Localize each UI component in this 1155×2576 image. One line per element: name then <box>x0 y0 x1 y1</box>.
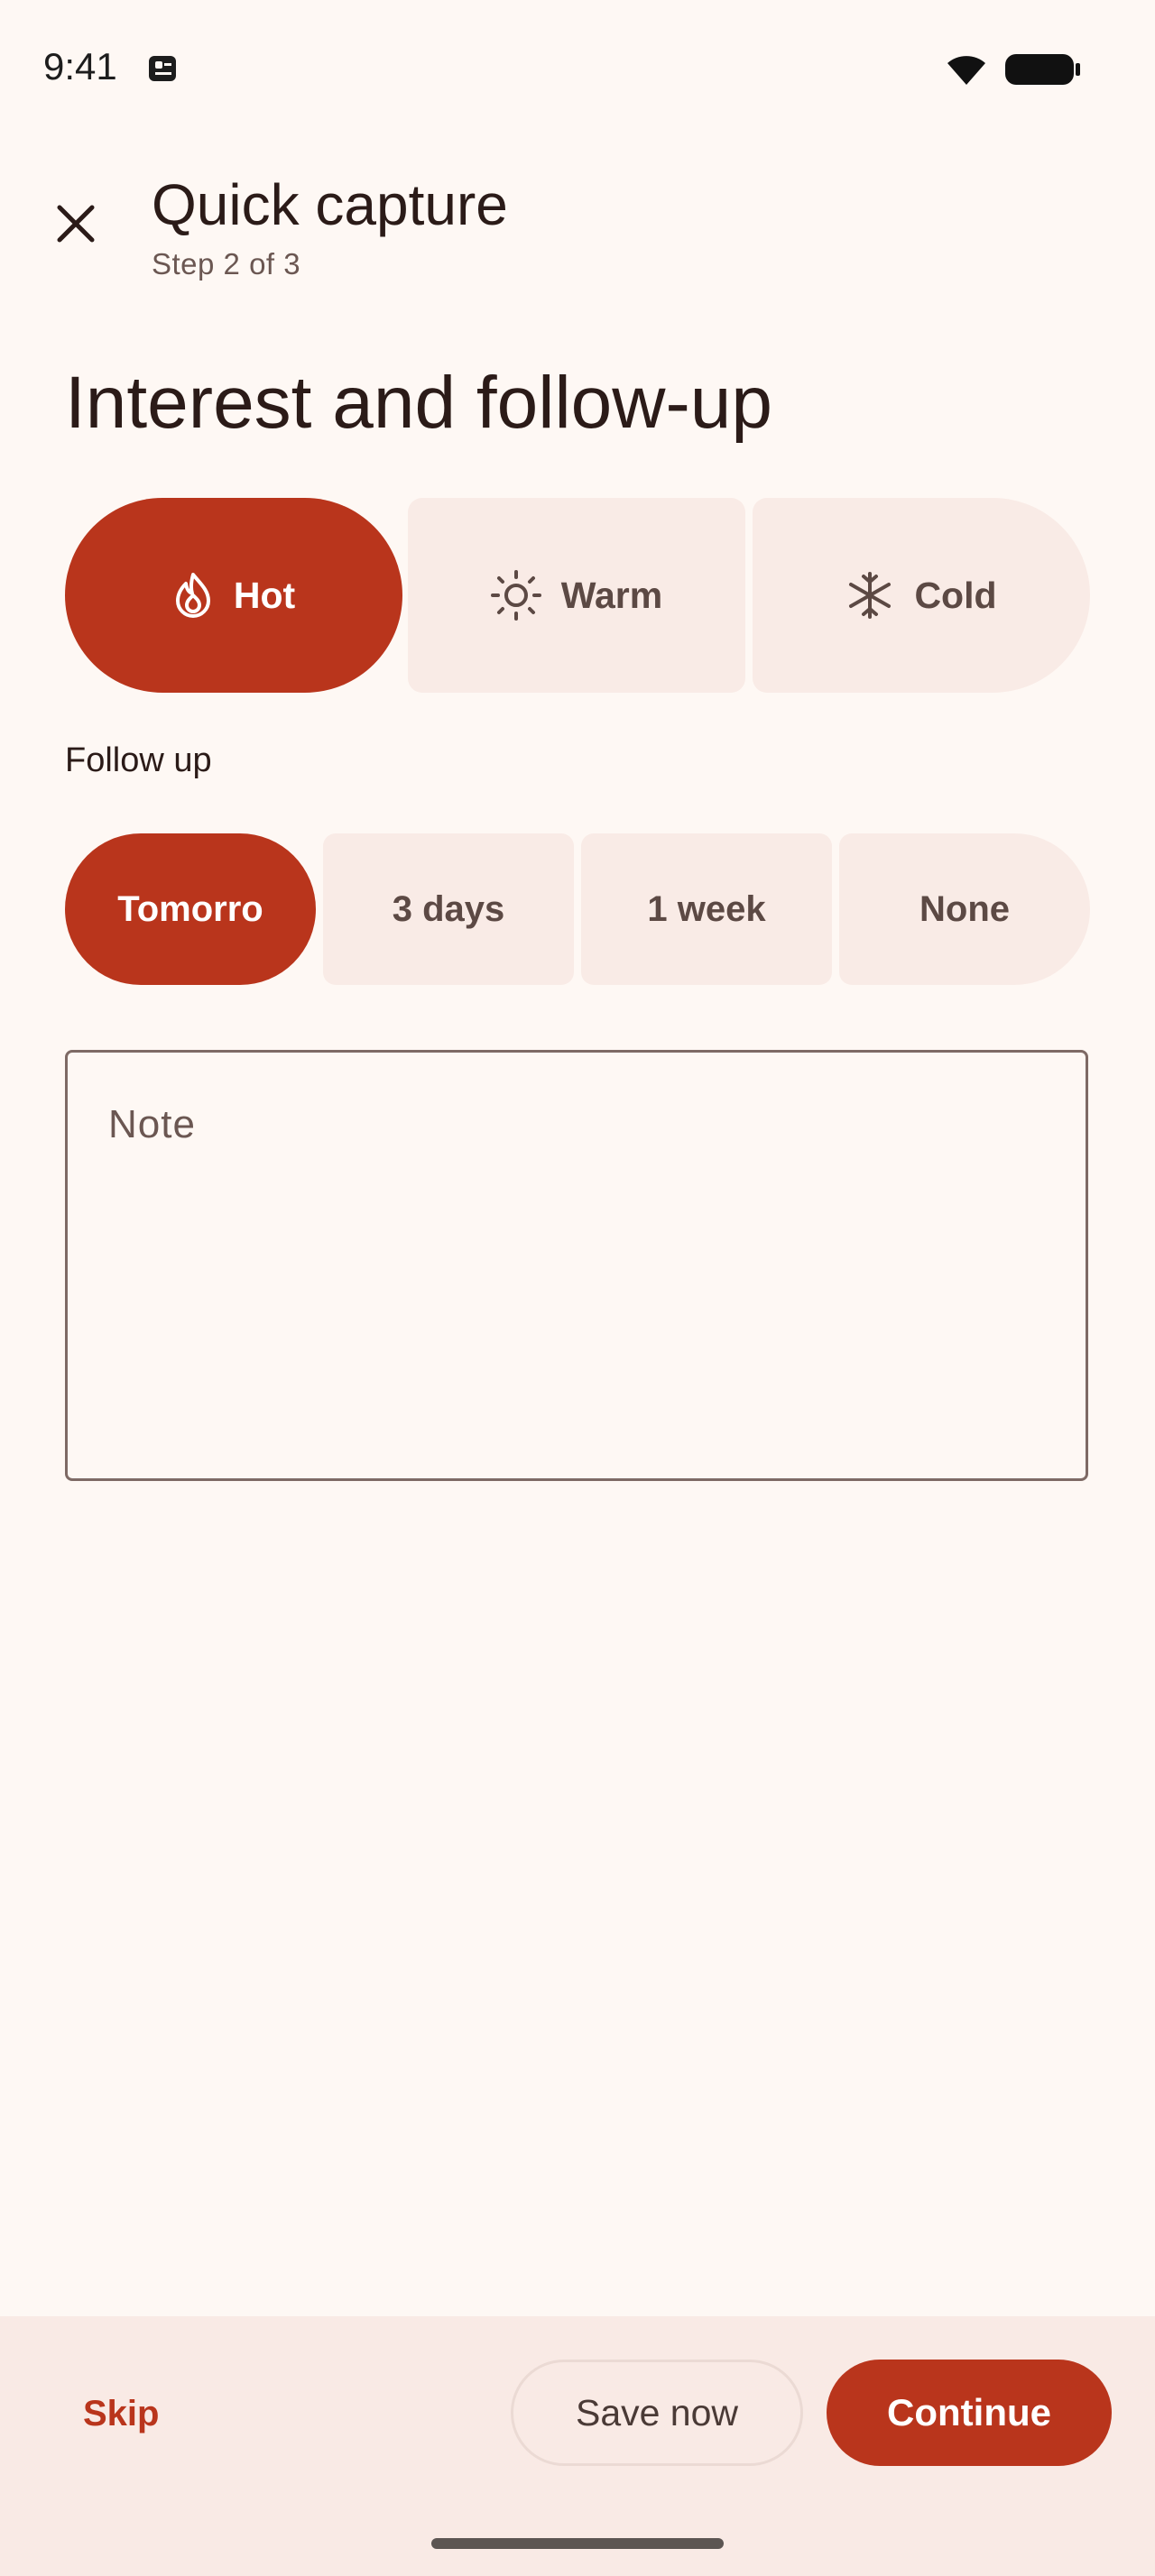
page-title: Quick capture <box>152 172 508 237</box>
battery-icon <box>1005 54 1080 85</box>
interest-cold-button[interactable]: Cold <box>753 498 1090 693</box>
home-indicator[interactable] <box>431 2538 724 2549</box>
note-placeholder: Note <box>108 1102 196 1146</box>
interest-hot-button[interactable]: Hot <box>65 498 402 693</box>
wifi-icon <box>947 56 985 85</box>
follow-up-none-label: None <box>919 888 1010 929</box>
interest-warm-button[interactable]: Warm <box>408 498 745 693</box>
follow-up-3-days-button[interactable]: 3 days <box>323 833 574 985</box>
follow-up-1-week-button[interactable]: 1 week <box>581 833 832 985</box>
notification-app-icon <box>149 56 176 81</box>
section-heading: Interest and follow-up <box>65 362 773 444</box>
sun-icon <box>490 570 541 621</box>
close-icon <box>57 205 95 243</box>
follow-up-none-button[interactable]: None <box>839 833 1090 985</box>
interest-cold-label: Cold <box>914 574 997 616</box>
skip-button[interactable]: Skip <box>83 2394 159 2434</box>
continue-label: Continue <box>887 2391 1051 2433</box>
interest-warm-label: Warm <box>560 574 663 616</box>
close-button[interactable] <box>43 191 108 256</box>
continue-button[interactable]: Continue <box>827 2360 1112 2466</box>
step-indicator: Step 2 of 3 <box>152 247 301 281</box>
follow-up-tomorrow-button[interactable]: Tomorro <box>65 833 316 985</box>
snowflake-icon <box>849 572 892 619</box>
follow-up-3-days-label: 3 days <box>392 888 505 929</box>
follow-up-tomorrow-label: Tomorro <box>117 888 263 929</box>
save-now-button[interactable]: Save now <box>511 2360 803 2466</box>
interest-hot-label: Hot <box>233 574 296 616</box>
follow-up-label: Follow up <box>65 741 212 779</box>
note-field[interactable] <box>65 1050 1088 1481</box>
flame-icon <box>175 573 210 618</box>
save-now-label: Save now <box>575 2391 739 2433</box>
status-time: 9:41 <box>43 45 117 87</box>
follow-up-1-week-label: 1 week <box>647 888 766 929</box>
